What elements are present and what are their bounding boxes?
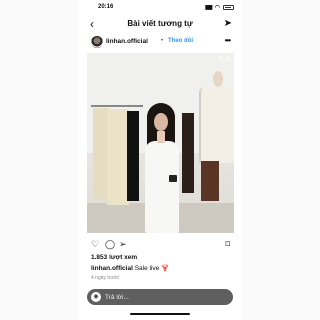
hanging-coat <box>107 109 129 205</box>
white-dress <box>145 141 179 233</box>
bookmark-icon[interactable]: ⌑ <box>225 238 230 250</box>
heart-icon[interactable]: ♡ <box>91 238 99 250</box>
comment-icon[interactable]: ◯ <box>105 238 115 250</box>
follow-button[interactable]: Theo dõi <box>168 38 193 44</box>
phone-frame: 20:16 ▮▮▮ ◠ ‹ Bài viết tương tự ➤ linhan… <box>0 0 320 320</box>
dot-separator: • <box>161 38 164 44</box>
share-icon[interactable]: ➢ <box>119 238 127 250</box>
reply-bar[interactable]: ◉ <box>87 289 233 305</box>
mannequin-coat <box>199 87 234 163</box>
post-username[interactable]: linhan.official <box>106 38 148 45</box>
send-icon[interactable]: ➤ <box>224 18 232 29</box>
post-image[interactable]: FL 6 <box>87 53 234 233</box>
post-time: 4 ngày trước <box>91 275 120 281</box>
top-nav: ‹ Bài viết tương tự ➤ <box>78 16 242 32</box>
phone-in-hand <box>157 131 165 143</box>
hanging-dark-garment <box>182 113 194 193</box>
home-indicator <box>130 313 190 315</box>
woman-face <box>154 113 168 131</box>
hanging-black-garment <box>127 111 139 201</box>
view-count[interactable]: 1.853 lượt xem <box>91 254 137 261</box>
mannequin-head <box>213 71 223 87</box>
status-icons: ▮▮▮ ◠ <box>205 4 234 11</box>
black-bag <box>169 175 177 182</box>
post-actions: ♡ ◯ ➢ ⌑ <box>78 238 242 250</box>
post-caption: linhan.official Sale live 🦞 <box>91 264 169 272</box>
post-screen: 20:16 ▮▮▮ ◠ ‹ Bài viết tương tự ➤ linhan… <box>78 0 242 320</box>
post-header: linhan.official • Theo dõi ••• <box>78 36 242 50</box>
caption-text: Sale live 🦞 <box>134 265 170 272</box>
battery-icon <box>223 5 234 10</box>
clothing-rack <box>91 105 143 107</box>
signal-icon: ▮▮▮ <box>204 5 213 11</box>
mannequin-pants <box>201 161 219 201</box>
status-bar: 20:16 ▮▮▮ ◠ <box>78 4 242 14</box>
wifi-icon: ◠ <box>214 5 220 11</box>
image-watermark: FL 6 <box>218 57 230 63</box>
page-title: Bài viết tương tự <box>127 19 193 28</box>
camera-icon[interactable]: ◉ <box>91 292 101 302</box>
more-horizontal-icon[interactable]: ••• <box>225 36 231 45</box>
reply-input[interactable] <box>105 289 225 305</box>
caption-username[interactable]: linhan.official <box>91 265 133 272</box>
avatar[interactable] <box>91 36 103 48</box>
status-time: 20:16 <box>98 4 114 10</box>
